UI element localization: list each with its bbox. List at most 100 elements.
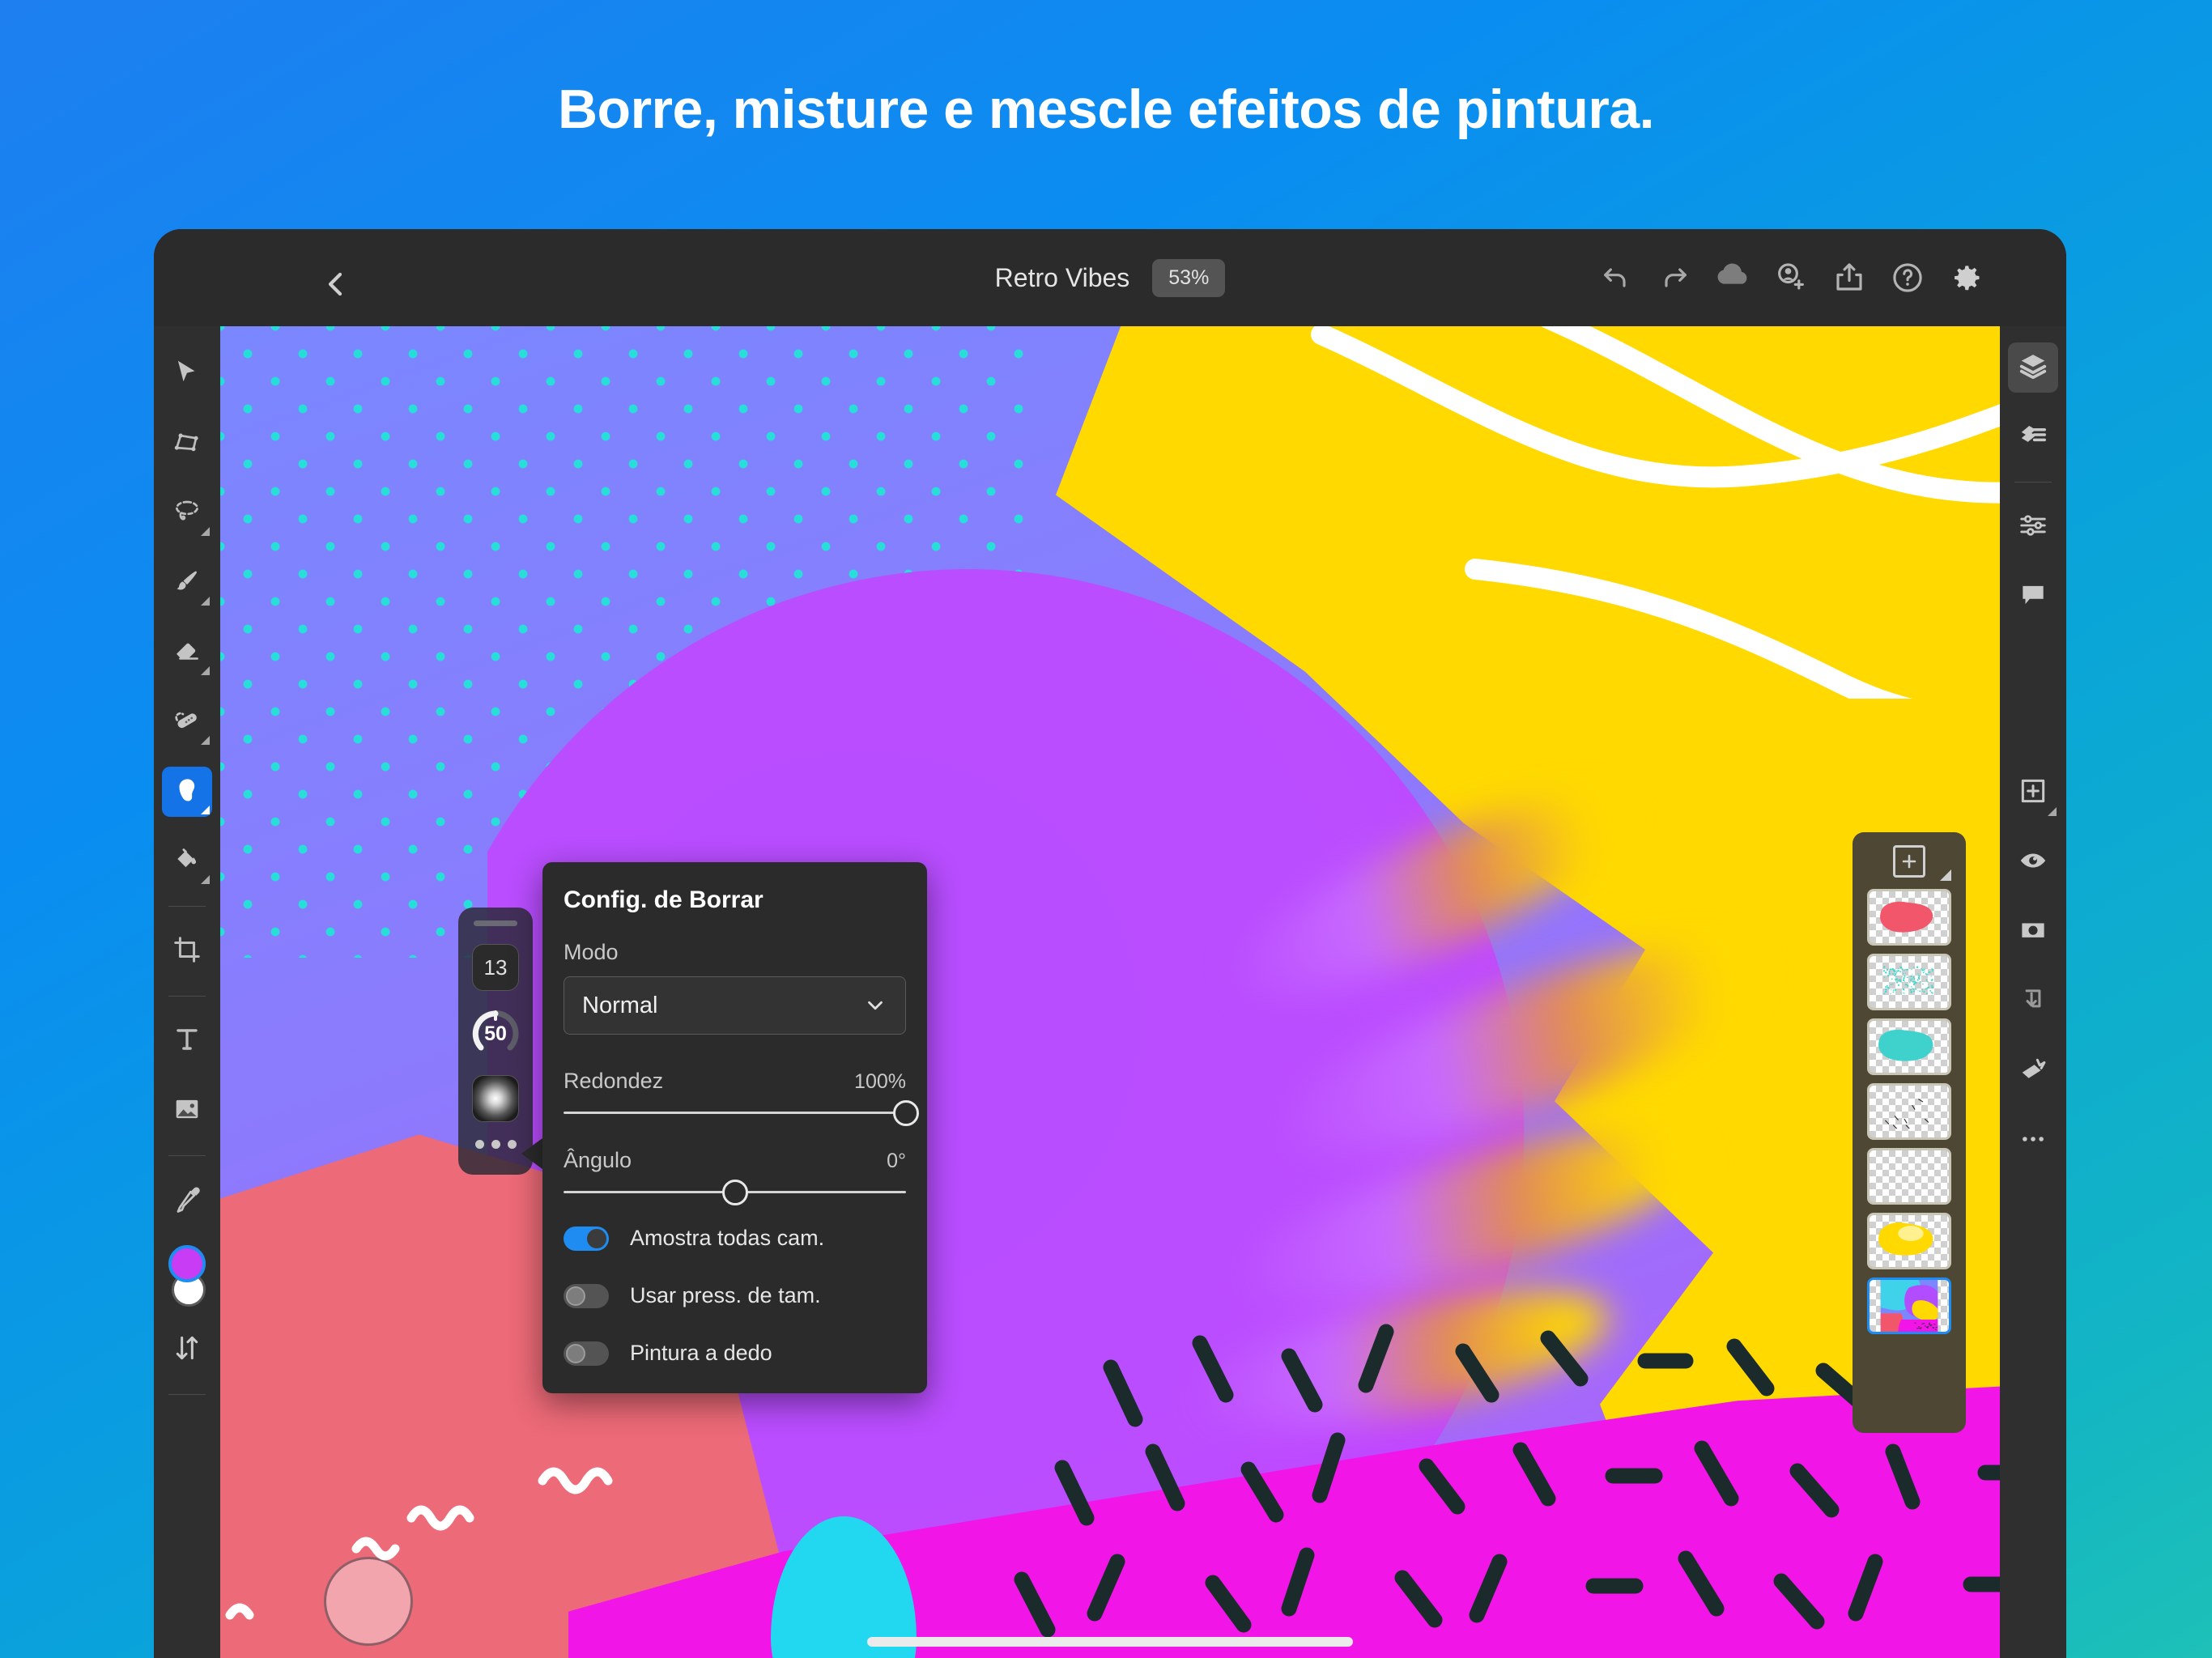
color-swatches[interactable] [162, 1245, 212, 1310]
tool-select[interactable] [162, 349, 212, 399]
invite-button[interactable] [1762, 249, 1820, 307]
tool-submenu-caret-icon[interactable] [201, 736, 210, 745]
undo-button[interactable] [1587, 249, 1645, 307]
toggle-finger-painting[interactable]: Pintura a dedo [564, 1341, 906, 1366]
mode-select[interactable]: Normal [564, 976, 906, 1035]
tool-fill[interactable] [162, 836, 212, 886]
layer-thumb-content [1870, 891, 1949, 943]
transform-icon [172, 427, 202, 461]
panel-layer-properties[interactable] [2008, 412, 2058, 462]
soft-round-brush-icon[interactable] [472, 1075, 519, 1122]
layer-clipping-mask[interactable] [2008, 1046, 2058, 1096]
panel-adjustments[interactable] [2008, 502, 2058, 552]
layer-thumb-composite[interactable] [1867, 1278, 1951, 1334]
rail-divider [168, 906, 206, 907]
tool-submenu-caret-icon[interactable] [201, 806, 210, 814]
layers-panel [1853, 832, 1966, 1433]
roundness-value: 100% [854, 1070, 906, 1094]
tool-place-image[interactable] [162, 1086, 212, 1136]
share-icon [1832, 261, 1866, 295]
add-layer-button[interactable] [1893, 845, 1925, 878]
question-circle-icon [1891, 261, 1925, 295]
cloud-icon [1714, 259, 1751, 296]
tool-brush[interactable] [162, 558, 212, 608]
swap-colors-button[interactable] [162, 1324, 212, 1375]
toggle-finger-painting-switch[interactable] [564, 1341, 609, 1366]
tool-transform[interactable] [162, 419, 212, 469]
tool-submenu-caret-icon[interactable] [201, 875, 210, 884]
toggle-sample-all-layers-switch[interactable] [564, 1226, 609, 1251]
layer-thumb-cyan-blob[interactable] [1867, 1018, 1951, 1075]
panel-comments[interactable] [2008, 572, 2058, 622]
angle-slider[interactable] [564, 1191, 906, 1193]
roundness-row: Redondez 100% [564, 1069, 906, 1094]
tool-smudge[interactable] [162, 767, 212, 817]
zoom-level-badge[interactable]: 53% [1152, 259, 1225, 297]
toggle-size-pressure[interactable]: Usar press. de tam. [564, 1283, 906, 1308]
layer-thumb-cyan-speckle[interactable] [1867, 954, 1951, 1010]
layer-add[interactable] [2008, 767, 2058, 818]
angle-label: Ângulo [564, 1148, 632, 1173]
layer-merge-down[interactable] [2008, 976, 2058, 1027]
widget-drag-handle[interactable] [474, 920, 517, 926]
tool-text[interactable] [162, 1016, 212, 1066]
rail-divider [168, 996, 206, 997]
tool-heal[interactable] [162, 697, 212, 747]
rail-divider [168, 1155, 206, 1156]
tool-lasso[interactable] [162, 488, 212, 538]
layer-properties-icon [2018, 420, 2048, 455]
layer-visibility[interactable] [2008, 837, 2058, 887]
toggle-size-pressure-switch[interactable] [564, 1284, 609, 1308]
crop-icon [172, 934, 202, 969]
tool-submenu-caret-icon[interactable] [201, 597, 210, 606]
tool-submenu-caret-icon[interactable] [201, 666, 210, 675]
foreground-color-swatch[interactable] [168, 1245, 206, 1282]
tool-submenu-caret-icon[interactable] [201, 527, 210, 536]
panel-submenu-caret-icon[interactable] [2048, 807, 2057, 816]
paintbrush-icon [172, 566, 202, 601]
brush-size-widget[interactable]: 13 50 [458, 908, 533, 1175]
layer-thumb-empty[interactable] [1867, 1148, 1951, 1205]
add-square-icon [1899, 852, 1919, 871]
tool-crop[interactable] [162, 926, 212, 976]
lasso-icon [172, 496, 202, 531]
layers-icon [2018, 351, 2048, 385]
layer-thumb-content [1870, 1086, 1949, 1137]
layer-thumb-content [1870, 1215, 1949, 1267]
toggle-sample-all-layers[interactable]: Amostra todas cam. [564, 1226, 906, 1251]
tool-eyedropper[interactable] [162, 1175, 212, 1226]
layer-more[interactable] [2008, 1116, 2058, 1166]
add-layer-row [1853, 840, 1966, 889]
roundness-slider-knob[interactable] [893, 1100, 919, 1126]
settings-button[interactable] [1937, 249, 1995, 307]
top-actions-group [1587, 229, 1995, 326]
tool-eraser[interactable] [162, 627, 212, 678]
add-layer-caret-icon[interactable] [1940, 869, 1951, 881]
canvas-area[interactable]: 13 50 Config. de Borrar Modo Normal Redo… [220, 326, 2000, 1658]
popover-title: Config. de Borrar [564, 886, 906, 914]
right-panel-rail [2000, 326, 2066, 1658]
rail-divider [2014, 482, 2052, 483]
layer-thumb-black-dashes[interactable] [1867, 1083, 1951, 1140]
angle-row: Ângulo 0° [564, 1148, 906, 1173]
cloud-sync-button[interactable] [1704, 249, 1762, 307]
swap-arrows-icon [172, 1333, 202, 1367]
eye-icon [2018, 845, 2048, 880]
roundness-slider[interactable] [564, 1112, 906, 1114]
help-button[interactable] [1878, 249, 1937, 307]
angle-slider-knob[interactable] [722, 1180, 748, 1205]
layer-thumb-yellow-blob[interactable] [1867, 1213, 1951, 1269]
layer-thumb-coral-blob[interactable] [1867, 889, 1951, 946]
redo-button[interactable] [1645, 249, 1704, 307]
share-button[interactable] [1820, 249, 1878, 307]
brush-more-options[interactable] [475, 1140, 517, 1149]
brush-size-value[interactable]: 13 [472, 944, 519, 991]
smudge-settings-popover: Config. de Borrar Modo Normal Redondez 1… [542, 862, 927, 1393]
smudge-finger-icon [172, 775, 202, 810]
document-title: Retro Vibes [995, 263, 1130, 293]
layer-mask[interactable] [2008, 907, 2058, 957]
add-square-icon [2018, 776, 2048, 810]
panel-layers[interactable] [2008, 342, 2058, 393]
layer-thumb-content [1870, 956, 1949, 1008]
brush-opacity-dial[interactable]: 50 [470, 1009, 521, 1059]
